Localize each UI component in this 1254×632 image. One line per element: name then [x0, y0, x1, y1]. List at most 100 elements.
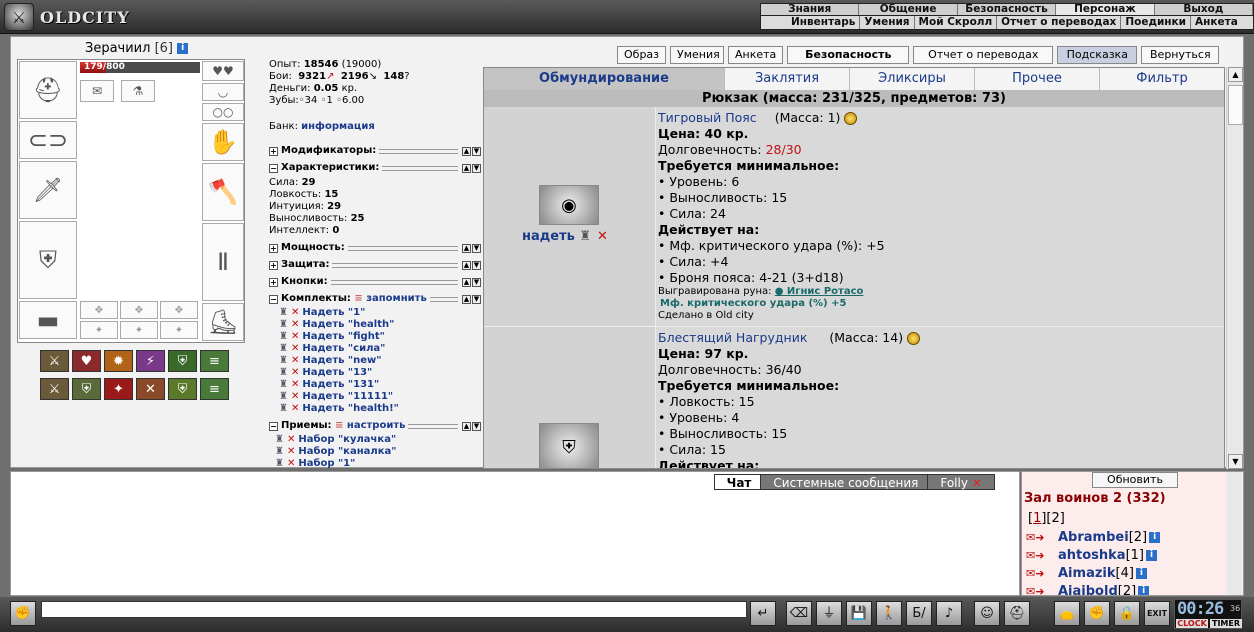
submenu-scroll[interactable]: Мой Скролл: [915, 16, 998, 29]
remember-set-link[interactable]: запомнить: [366, 293, 427, 305]
player-name[interactable]: ahtoshka: [1058, 548, 1126, 563]
delete-icon[interactable]: ✕: [291, 367, 299, 379]
ability-8[interactable]: ⛨: [72, 378, 101, 400]
ability-7[interactable]: ⚔: [40, 378, 69, 400]
belt-icon[interactable]: ◉: [539, 185, 599, 225]
helmet-icon[interactable]: ⛑: [1004, 601, 1030, 626]
hint-button[interactable]: Подсказка: [1057, 46, 1138, 64]
wear-icon[interactable]: ♜: [579, 229, 591, 244]
consumable-slot-2[interactable]: ⚗: [121, 80, 155, 102]
technique-link[interactable]: Набор "1": [298, 458, 355, 469]
menu-exit[interactable]: Выход: [1155, 4, 1254, 15]
arrow-down-icon[interactable]: ▼: [472, 421, 481, 431]
wear-icon[interactable]: ♜: [275, 434, 284, 446]
rune-slot-4[interactable]: ✦: [80, 321, 118, 339]
ability-11[interactable]: ⛨: [168, 378, 197, 400]
ability-6[interactable]: ≡: [200, 350, 229, 372]
menu-communication[interactable]: Общение: [859, 4, 958, 15]
clock-mode-button[interactable]: CLOCK: [1176, 619, 1208, 628]
set-link[interactable]: Надеть "fight": [302, 331, 384, 343]
armor-slot[interactable]: ⛨: [19, 221, 77, 299]
delete-icon[interactable]: ✕: [597, 229, 608, 244]
private-message-icon[interactable]: ✉➜: [1026, 531, 1046, 544]
translit-icon[interactable]: Б/: [906, 601, 932, 626]
ability-4[interactable]: ⚡: [136, 350, 165, 372]
wear-icon[interactable]: ♜: [275, 458, 284, 469]
bank-link[interactable]: информация: [301, 121, 375, 132]
delete-icon[interactable]: ✕: [287, 446, 295, 458]
necklace-slot[interactable]: ◡: [202, 83, 244, 101]
rune-slot-2[interactable]: ✥: [120, 301, 158, 319]
ability-10[interactable]: ✕: [136, 378, 165, 400]
scroll-thumb[interactable]: [1228, 85, 1243, 125]
submenu-profile[interactable]: Анкета: [1191, 16, 1242, 29]
arrow-down-icon[interactable]: ▼: [472, 260, 481, 270]
wear-icon[interactable]: ♜: [279, 307, 288, 319]
bag-icon[interactable]: 👝: [1054, 601, 1080, 626]
rune-slot-6[interactable]: ✦: [160, 321, 198, 339]
chat-area[interactable]: Чат Системные сообщения Folly ✕: [10, 471, 1020, 596]
return-button[interactable]: Вернуться: [1141, 46, 1220, 64]
scroll-up-icon[interactable]: ▲: [1228, 67, 1243, 82]
technique-link[interactable]: Набор "каналка": [298, 446, 396, 458]
arrow-up-icon[interactable]: ▲: [462, 260, 471, 270]
arrow-up-icon[interactable]: ▲: [462, 146, 471, 156]
breastplate-icon[interactable]: ⛨: [539, 423, 599, 468]
section-sets[interactable]: − Комплекты: ≡ запомнить ▲ ▼: [269, 293, 481, 305]
section-defense[interactable]: + Защита: ▲ ▼: [269, 259, 481, 271]
tab-spells[interactable]: Заклятия: [724, 68, 849, 90]
player-name[interactable]: Ajajbold: [1058, 584, 1118, 595]
info-icon[interactable]: i: [1146, 550, 1158, 561]
info-icon[interactable]: i: [177, 43, 189, 54]
bracers-slot[interactable]: ⊂⊃: [19, 121, 77, 159]
amulet-slot[interactable]: ♥♥: [202, 61, 244, 81]
delete-icon[interactable]: ✕: [291, 355, 299, 367]
chat-input[interactable]: [41, 601, 747, 618]
arrow-up-icon[interactable]: ▲: [462, 294, 471, 304]
ability-9[interactable]: ✦: [104, 378, 133, 400]
eraser-icon[interactable]: ⌫: [786, 601, 812, 626]
timer-mode-button[interactable]: TIMER: [1210, 619, 1242, 628]
submenu-transfers[interactable]: Отчет о переводах: [997, 16, 1122, 29]
info-icon[interactable]: i: [1135, 568, 1147, 579]
walk-icon[interactable]: 🚶: [876, 601, 902, 626]
wear-icon[interactable]: ♜: [275, 446, 284, 458]
delete-icon[interactable]: ✕: [287, 458, 295, 469]
ability-2[interactable]: ♥: [72, 350, 101, 372]
set-link[interactable]: Надеть "11111": [302, 391, 393, 403]
wear-icon[interactable]: ♜: [279, 355, 288, 367]
belt-slot[interactable]: ▬: [19, 301, 77, 339]
emotion-icon[interactable]: ✊: [10, 601, 36, 626]
section-buttons[interactable]: + Кнопки: ▲ ▼: [269, 276, 481, 288]
section-modifiers[interactable]: + Модификаторы: ▲ ▼: [269, 145, 481, 157]
ability-5[interactable]: ⛨: [168, 350, 197, 372]
menu-knowledge[interactable]: Знания: [761, 4, 860, 15]
arrow-up-icon[interactable]: ▲: [462, 421, 471, 431]
info-icon[interactable]: i: [1149, 532, 1161, 543]
wear-icon[interactable]: ♜: [279, 391, 288, 403]
player-name[interactable]: Aimazik: [1058, 566, 1116, 581]
online-scrollbar[interactable]: [1227, 472, 1242, 595]
send-icon[interactable]: ↵: [750, 601, 776, 626]
wear-icon[interactable]: ♜: [279, 343, 288, 355]
inventory-scrollbar[interactable]: ▲ ▼: [1226, 67, 1243, 469]
delete-icon[interactable]: ✕: [291, 331, 299, 343]
private-message-icon[interactable]: ✉➜: [1026, 549, 1046, 562]
ability-3[interactable]: ✹: [104, 350, 133, 372]
save-icon[interactable]: 💾: [846, 601, 872, 626]
set-link[interactable]: Надеть "health!": [302, 403, 399, 415]
security-button[interactable]: Безопасность: [787, 46, 910, 64]
tab-elixirs[interactable]: Эликсиры: [849, 68, 974, 90]
set-link[interactable]: Надеть "131": [302, 379, 379, 391]
image-button[interactable]: Образ: [617, 46, 667, 64]
delete-icon[interactable]: ✕: [291, 307, 299, 319]
wear-link[interactable]: надеть: [522, 229, 575, 244]
arrow-up-icon[interactable]: ▲: [462, 163, 471, 173]
delete-icon[interactable]: ✕: [291, 403, 299, 415]
delete-icon[interactable]: ✕: [287, 434, 295, 446]
tab-filter[interactable]: Фильтр: [1099, 68, 1224, 90]
page-current[interactable]: 1: [1033, 511, 1041, 526]
weapon-slot[interactable]: 🗡: [19, 161, 77, 219]
arrow-down-icon[interactable]: ▼: [472, 243, 481, 253]
technique-link[interactable]: Набор "кулачка": [298, 434, 396, 446]
